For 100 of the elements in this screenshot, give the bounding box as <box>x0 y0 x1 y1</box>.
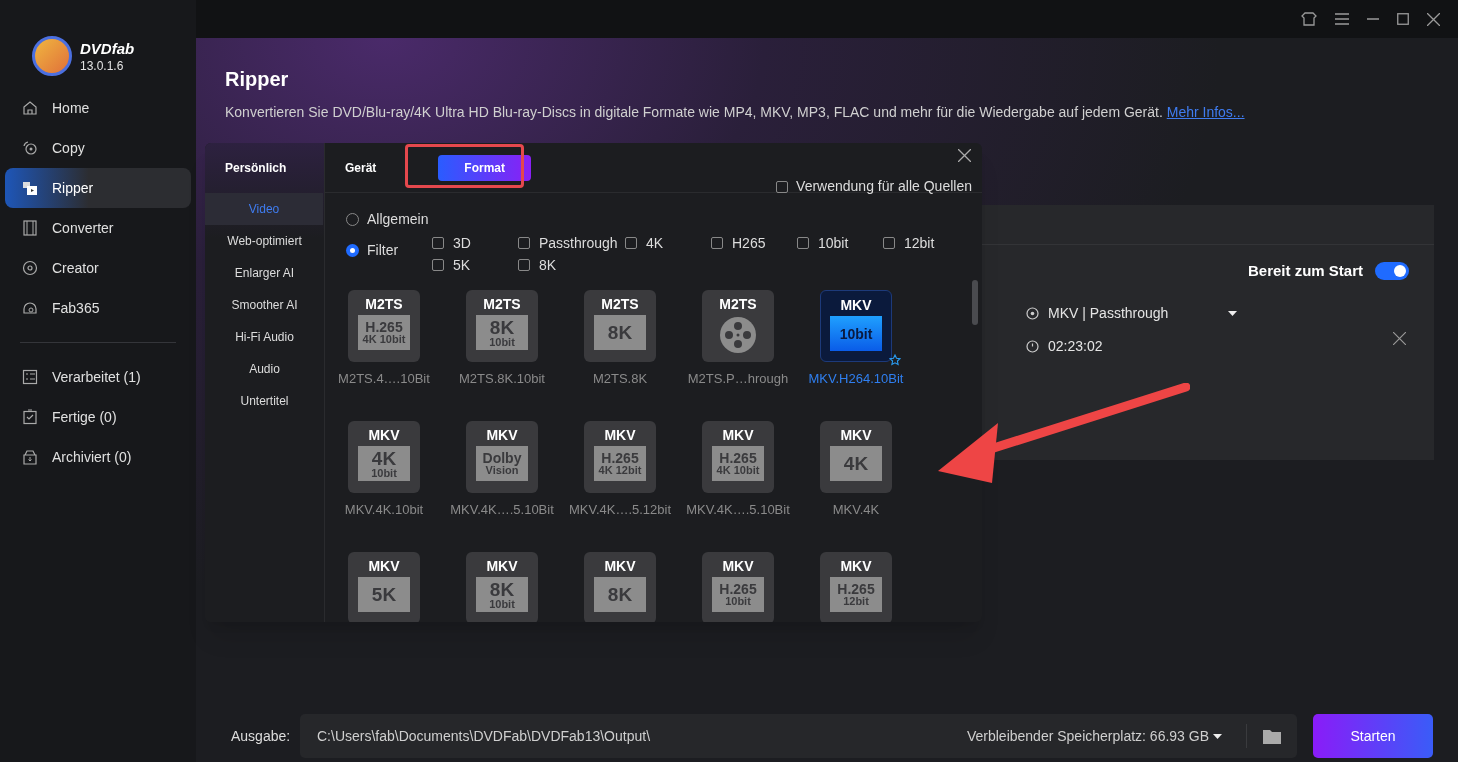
list-icon <box>22 369 38 385</box>
format-tile[interactable]: MKV Dolby Vision <box>466 421 538 493</box>
box-icon <box>22 449 38 465</box>
format-tile[interactable]: MKV 8K 10bit <box>466 552 538 622</box>
sidebar-item[interactable]: Copy <box>5 128 191 168</box>
film-icon <box>22 220 38 236</box>
sidebar-item[interactable]: Home <box>5 88 191 128</box>
format-tile[interactable]: M2TS 8K <box>584 290 656 362</box>
ready-toggle[interactable] <box>1375 262 1409 281</box>
checkbox[interactable] <box>518 259 530 271</box>
checkbox-label: Verwendung für alle Quellen <box>796 177 972 196</box>
format-tile[interactable]: MKV 8K <box>584 552 656 622</box>
ready-label: Bereit zum Start <box>1247 261 1363 281</box>
sidebar-item[interactable]: Creator <box>5 248 191 288</box>
category-item[interactable]: Web-optimiert <box>205 225 324 257</box>
format-tile[interactable]: MKV H.265 4K 10bit <box>702 421 774 493</box>
checkbox-label: 4K <box>646 233 664 253</box>
format-label: MKV.4K.10bit <box>344 501 424 519</box>
format-tile[interactable]: MKV 5K <box>348 552 420 622</box>
radio-label: Allgemein <box>367 210 429 229</box>
checkbox-label: 12bit <box>904 233 935 253</box>
duration-text: 02:23:02 <box>1048 336 1104 356</box>
checkbox[interactable] <box>432 237 444 249</box>
disc-icon <box>1026 306 1039 320</box>
format-label: MKV.4K….5.10Bit <box>686 501 790 519</box>
tab[interactable]: Gerät <box>345 155 377 181</box>
format-label: M2TS.8K.10bit <box>459 370 545 388</box>
format-tile[interactable]: MKV 4K <box>820 421 892 493</box>
output-path-field[interactable]: C:\Users\fab\Documents\DVDFab\DVDFab13\Output\ Verbleibender Speicherplatz: 66.93 GB <box>300 714 1297 758</box>
page-title: Ripper <box>225 67 290 92</box>
checkbox-label: 8K <box>539 255 557 275</box>
format-tile[interactable]: MKV H.265 12bit <box>820 552 892 622</box>
checkbox-label: 5K <box>453 255 471 275</box>
sidebar-item[interactable]: Archiviert (0) <box>5 437 191 477</box>
checkbox-label: Passthrough <box>539 233 618 253</box>
format-tile[interactable]: MKV H.265 4K 12bit <box>584 421 656 493</box>
checkbox[interactable] <box>432 259 444 271</box>
format-label: MKV.4K….5.10Bit <box>450 501 554 519</box>
checkbox[interactable] <box>883 237 895 249</box>
app-version: 13.0.1.6 <box>80 59 125 72</box>
format-tile[interactable]: MKV 10bit <box>820 290 892 362</box>
output-path: C:\Users\fab\Documents\DVDFab\DVDFab13\Output\ <box>317 726 652 746</box>
category-item[interactable]: Enlarger AI <box>205 257 324 289</box>
close-icon[interactable] <box>1427 12 1440 26</box>
format-tile[interactable]: MKV H.265 10bit <box>702 552 774 622</box>
checkbox-label: 3D <box>453 233 471 253</box>
checkbox[interactable] <box>776 180 789 193</box>
format-tile[interactable]: M2TS 8K 10bit <box>466 290 538 362</box>
sidebar-item[interactable]: Verarbeitet (1) <box>5 357 191 397</box>
format-label: MKV.H264.10Bit <box>808 370 904 388</box>
checkbox[interactable] <box>797 237 809 249</box>
checkbox[interactable] <box>518 237 530 249</box>
caret-icon[interactable] <box>1213 733 1222 739</box>
start-button[interactable]: Starten <box>1313 714 1433 758</box>
format-tile[interactable]: M2TS H.265 4K 10bit <box>348 290 420 362</box>
sidebar-item[interactable]: Fab365 <box>5 288 191 328</box>
category-item[interactable]: Hi-Fi Audio <box>205 321 324 353</box>
checkbox-label: 10bit <box>818 233 849 253</box>
format-label: M2TS.8K <box>592 370 648 388</box>
section-title: Persönlich <box>224 160 288 177</box>
caret-icon[interactable] <box>1228 310 1237 316</box>
checkbox-label: H265 <box>732 233 766 253</box>
category-item[interactable]: Smoother AI <box>205 289 324 321</box>
format-label: MKV.4K….5.12bit <box>568 501 672 519</box>
close-icon[interactable] <box>958 149 971 162</box>
format-label: M2TS.P…hrough <box>687 370 789 388</box>
logo-icon <box>32 36 72 76</box>
disc-icon <box>22 260 38 276</box>
format-tile[interactable]: MKV 4K 10bit <box>348 421 420 493</box>
maximize-icon[interactable] <box>1397 13 1409 25</box>
remove-icon[interactable] <box>1393 331 1406 345</box>
checkbox[interactable] <box>625 237 637 249</box>
folder-icon <box>1263 728 1281 744</box>
output-label: Ausgabe: <box>230 726 292 746</box>
sidebar-item[interactable]: Fertige (0) <box>5 397 191 437</box>
clipboard-icon <box>22 409 38 425</box>
sidebar-item[interactable]: Converter <box>5 208 191 248</box>
checkbox[interactable] <box>711 237 723 249</box>
page-description: Konvertieren Sie DVD/Blu-ray/4K Ultra HD Blu-ray-Discs in digitale Formate wie MP4, MKV, MP3, FLAC und mehr für die Wiedergabe auf jedem Gerät. Mehr Infos... <box>225 103 1246 122</box>
category-item[interactable]: Audio <box>205 353 324 385</box>
disc-icon <box>22 140 38 156</box>
radio-button[interactable] <box>346 244 359 257</box>
tab[interactable]: Format <box>438 155 532 181</box>
shirt-icon[interactable] <box>1301 12 1317 26</box>
format-label: M2TS.4….10Bit <box>338 370 430 388</box>
film-reel-icon <box>720 317 756 353</box>
sidebar-item[interactable]: Ripper <box>5 168 191 208</box>
menu-icon[interactable] <box>1335 13 1349 25</box>
clock-icon <box>1026 339 1039 353</box>
category-item[interactable]: Untertitel <box>205 385 324 417</box>
format-tile[interactable]: M2TS <box>702 290 774 362</box>
star-icon[interactable] <box>889 354 901 366</box>
radio-label: Filter <box>367 241 399 260</box>
app-name: DVDfab <box>80 40 135 56</box>
home-icon <box>22 100 38 116</box>
profile-dropdown[interactable]: MKV | Passthrough <box>1048 302 1228 324</box>
format-label: MKV.4K <box>832 501 880 519</box>
info-link[interactable]: Mehr Infos... <box>1166 104 1245 120</box>
category-item[interactable]: Video <box>205 193 323 225</box>
free-space-text: Verbleibender Speicherplatz: 66.93 GB <box>966 726 1209 746</box>
